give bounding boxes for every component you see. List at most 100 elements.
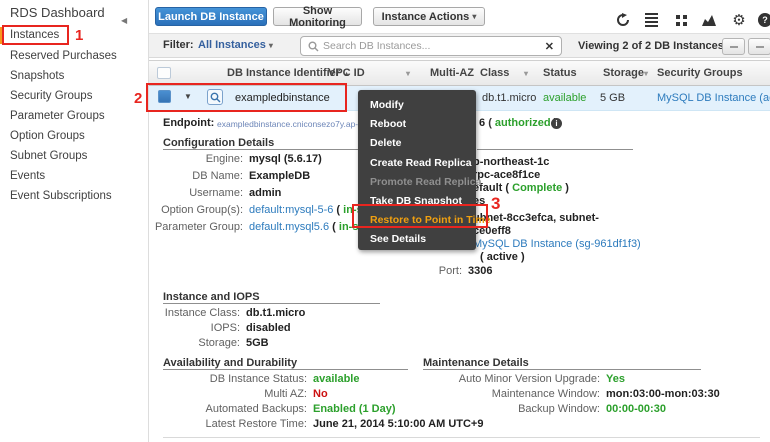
- db-status-value: available: [313, 373, 359, 385]
- section-availability: Availability and Durability: [163, 357, 297, 369]
- prev-page-button[interactable]: [722, 38, 745, 55]
- auto-minor-upgrade-value: Yes: [606, 373, 625, 385]
- endpoint-tail: 6 ( authorized ): [479, 117, 557, 129]
- latest-restore-label: Latest Restore Time:: [167, 418, 307, 430]
- storage-sort-icon: ▾: [644, 69, 648, 78]
- backup-window-label: Backup Window:: [423, 403, 600, 415]
- sidebar-item-event-subscriptions[interactable]: Event Subscriptions: [10, 190, 112, 202]
- chevron-down-icon: ▾: [269, 41, 273, 50]
- search-box: ✕: [300, 36, 562, 56]
- cell-status: available: [543, 92, 586, 104]
- menu-item-modify[interactable]: Modify: [358, 96, 476, 115]
- list-view-icon[interactable]: [643, 12, 659, 28]
- class-sort-icon[interactable]: ▾: [524, 69, 528, 78]
- settings-gear-icon[interactable]: ⚙: [731, 12, 747, 28]
- menu-item-promote-read-replica: Promote Read Replica: [358, 173, 476, 192]
- section-maintenance: Maintenance Details: [423, 357, 529, 369]
- authorized-status: authorized: [495, 117, 551, 129]
- next-page-button[interactable]: [748, 38, 770, 55]
- db-status-label: DB Instance Status:: [167, 373, 307, 385]
- maintenance-window-label: Maintenance Window:: [423, 388, 600, 400]
- viewing-count: Viewing 2 of 2 DB Instances: [578, 40, 724, 52]
- search-input[interactable]: [323, 40, 545, 52]
- port-label: Port:: [382, 265, 462, 277]
- row-magnifier-icon[interactable]: [207, 89, 223, 105]
- sidebar-item-instances[interactable]: Instances: [10, 29, 59, 41]
- instance-actions-menu: Modify Reboot Delete Create Read Replica…: [358, 90, 476, 250]
- monitoring-chart-icon[interactable]: [701, 12, 717, 28]
- clear-search-icon[interactable]: ✕: [545, 40, 554, 53]
- vpc-fragment: rpc-ace8f1ce: [473, 169, 540, 181]
- col-status[interactable]: Status: [543, 67, 577, 79]
- cell-security-groups[interactable]: MySQL DB Instance (act: [657, 92, 770, 104]
- sidebar-item-subnet-groups[interactable]: Subnet Groups: [10, 150, 87, 162]
- active-item-indicator: [0, 27, 3, 44]
- subnet-group-fragment: efault ( Complete ): [473, 182, 569, 194]
- refresh-icon[interactable]: [615, 12, 631, 28]
- multi-az-label: Multi AZ:: [167, 388, 307, 400]
- menu-item-restore-to-point-in-time[interactable]: Restore to Point in Time: [358, 211, 476, 230]
- automated-backups-label: Automated Backups:: [167, 403, 307, 415]
- instance-actions-button[interactable]: Instance Actions ▾: [373, 7, 485, 26]
- col-multi-az[interactable]: Multi-AZ: [430, 67, 474, 79]
- parameter-group-link[interactable]: default.mysql5.6: [249, 221, 329, 233]
- vpc-sort-icon[interactable]: ▾: [406, 69, 410, 78]
- instance-class-label: Instance Class:: [120, 307, 240, 319]
- section-configuration-details: Configuration Details: [163, 137, 274, 149]
- username-value: admin: [249, 187, 281, 199]
- option-group-label: Option Group(s):: [123, 204, 243, 216]
- row-checkbox[interactable]: [158, 90, 171, 103]
- help-icon[interactable]: ?: [757, 12, 770, 28]
- annotation-number-2: 2: [134, 90, 142, 107]
- menu-item-delete[interactable]: Delete: [358, 134, 476, 153]
- info-icon[interactable]: i: [551, 118, 562, 129]
- menu-item-reboot[interactable]: Reboot: [358, 115, 476, 134]
- sidebar-collapse-icon[interactable]: ◀: [121, 16, 127, 25]
- col-vpc-id[interactable]: VPC ID: [328, 67, 365, 79]
- filter-label: Filter:: [163, 39, 194, 51]
- row-expand-icon[interactable]: ▼: [184, 92, 192, 101]
- engine-label: Engine:: [123, 153, 243, 165]
- instance-class-value: db.t1.micro: [246, 307, 305, 319]
- storage-value: 5GB: [246, 337, 269, 349]
- sidebar-item-option-groups[interactable]: Option Groups: [10, 130, 85, 142]
- dbname-label: DB Name:: [123, 170, 243, 182]
- launch-db-instance-button[interactable]: Launch DB Instance: [155, 7, 267, 26]
- cell-storage: 5 GB: [600, 92, 625, 104]
- annotation-number-1: 1: [75, 27, 83, 44]
- select-all-checkbox[interactable]: [157, 67, 171, 79]
- iops-label: IOPS:: [120, 322, 240, 334]
- filter-dropdown[interactable]: All Instances ▾: [198, 39, 273, 51]
- menu-item-create-read-replica[interactable]: Create Read Replica: [358, 154, 476, 173]
- show-monitoring-button[interactable]: Show Monitoring: [273, 7, 362, 26]
- username-label: Username:: [123, 187, 243, 199]
- menu-item-take-db-snapshot[interactable]: Take DB Snapshot: [358, 192, 476, 211]
- grid-view-icon[interactable]: [673, 12, 689, 28]
- latest-restore-value: June 21, 2014 5:10:00 AM UTC+9: [313, 418, 483, 430]
- security-group-link[interactable]: MySQL DB Instance (sg-961df1f3): [473, 238, 641, 250]
- menu-item-see-details[interactable]: See Details: [358, 230, 476, 249]
- option-group-link[interactable]: default:mysql-5-6: [249, 204, 333, 216]
- sidebar-item-snapshots[interactable]: Snapshots: [10, 70, 64, 82]
- engine-value: mysql (5.6.17): [249, 153, 322, 165]
- sidebar-item-parameter-groups[interactable]: Parameter Groups: [10, 110, 105, 122]
- sidebar-title: RDS Dashboard: [10, 5, 105, 20]
- sg-active-status: ( active ): [480, 251, 525, 263]
- rds-dashboard-window: RDS Dashboard Instances Reserved Purchas…: [0, 0, 770, 442]
- col-class[interactable]: Class: [480, 67, 509, 79]
- dbname-value: ExampleDB: [249, 170, 310, 182]
- col-storage[interactable]: Storage▾: [603, 67, 648, 79]
- section-instance-iops: Instance and IOPS: [163, 291, 260, 303]
- availability-zone-fragment: p-northeast-1c: [473, 156, 549, 168]
- multi-az-value: No: [313, 388, 328, 400]
- col-security-groups[interactable]: Security Groups: [657, 67, 743, 79]
- endpoint-label: Endpoint:: [163, 117, 214, 129]
- backup-window-value: 00:00-00:30: [606, 403, 666, 415]
- cell-identifier: exampledbinstance: [235, 92, 330, 104]
- chevron-down-icon: ▾: [472, 12, 476, 21]
- cell-class: db.t1.micro: [482, 92, 536, 104]
- endpoint-value: exampledbinstance.cniconsezo7y.ap-no: [217, 119, 368, 129]
- sidebar-item-reserved-purchases[interactable]: Reserved Purchases: [10, 50, 117, 62]
- sidebar-item-security-groups[interactable]: Security Groups: [10, 90, 92, 102]
- sidebar-item-events[interactable]: Events: [10, 170, 45, 182]
